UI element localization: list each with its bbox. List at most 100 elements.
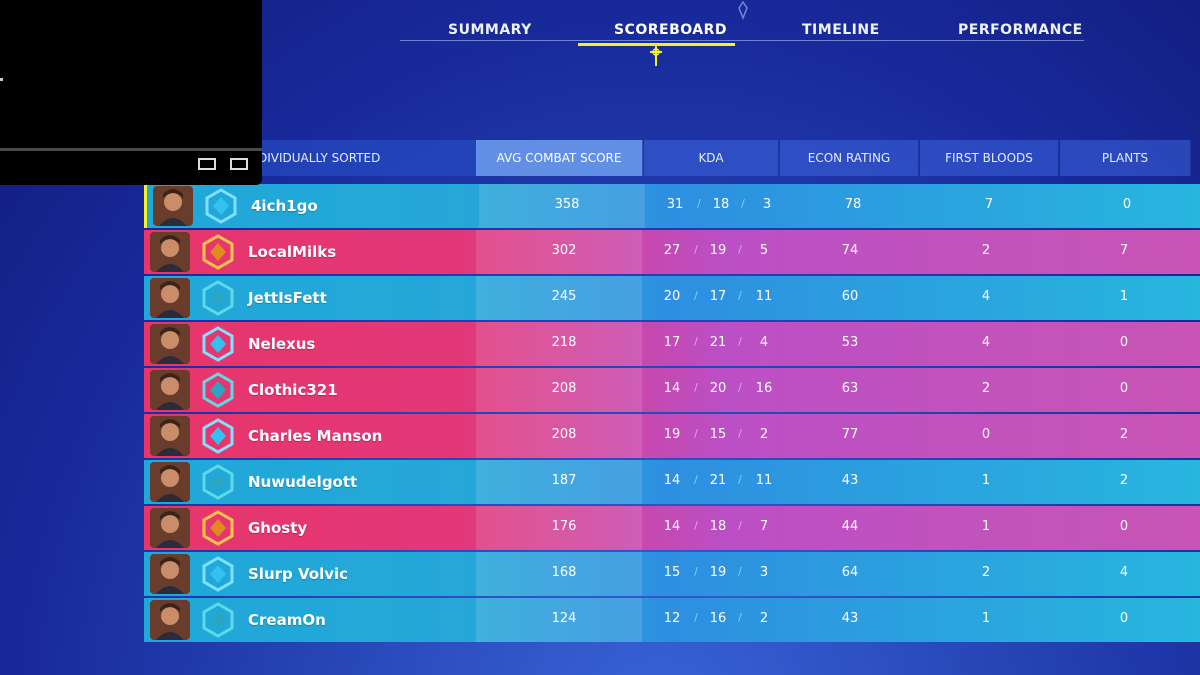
plants-value: 0 xyxy=(1119,519,1129,534)
deaths-value: 16 xyxy=(709,611,727,626)
first-bloods-value: 4 xyxy=(981,335,991,350)
plants-value: 1 xyxy=(1119,289,1129,304)
column-header-acs[interactable]: AVG COMBAT SCORE xyxy=(476,140,643,176)
kills-value: 31 xyxy=(666,197,684,212)
acs-value: 176 xyxy=(551,519,577,534)
kills-value: 19 xyxy=(663,427,681,442)
tab-scoreboard[interactable]: SCOREBOARD xyxy=(614,22,727,38)
agent-portrait-icon xyxy=(150,600,190,640)
plants-value: 4 xyxy=(1119,565,1129,580)
player-name: Charles Manson xyxy=(248,427,383,445)
kills-value: 20 xyxy=(663,289,681,304)
kills-value: 12 xyxy=(663,611,681,626)
tab-timeline[interactable]: TIMELINE xyxy=(802,22,880,38)
player-row[interactable]: Nuwudelgott 187 14 / 21 / 11 43 1 2 xyxy=(144,460,1200,504)
player-row[interactable]: Slurp Volvic 168 15 / 19 / 3 64 2 4 xyxy=(144,552,1200,596)
acs-value: 245 xyxy=(551,289,577,304)
tab-performance[interactable]: PERFORMANCE xyxy=(958,22,1083,38)
kills-value: 14 xyxy=(663,381,681,396)
player-name: Clothic321 xyxy=(248,381,338,399)
player-row[interactable]: LocalMilks 302 27 / 19 / 5 74 2 7 xyxy=(144,230,1200,274)
kills-value: 15 xyxy=(663,565,681,580)
column-header-kda[interactable]: KDA xyxy=(644,140,779,176)
player-name: CreamOn xyxy=(248,611,326,629)
player-name: JettIsFett xyxy=(248,289,327,307)
player-name: Nuwudelgott xyxy=(248,473,358,491)
sort-mode-label[interactable]: DIVIDUALLY SORTED xyxy=(254,140,479,176)
deaths-value: 20 xyxy=(709,381,727,396)
deaths-value: 19 xyxy=(709,565,727,580)
first-bloods-value: 1 xyxy=(981,519,991,534)
column-header-plants[interactable]: PLANTS xyxy=(1060,140,1191,176)
assists-value: 16 xyxy=(755,381,773,396)
plants-value: 0 xyxy=(1119,335,1129,350)
assists-value: 4 xyxy=(759,335,769,350)
miniplayer-icon[interactable] xyxy=(198,158,216,170)
plants-value: 0 xyxy=(1119,381,1129,396)
first-bloods-value: 4 xyxy=(981,289,991,304)
column-header-econ[interactable]: ECON RATING xyxy=(780,140,919,176)
first-bloods-value: 7 xyxy=(984,197,994,212)
plants-value: 2 xyxy=(1119,427,1129,442)
econ-value: 74 xyxy=(841,243,859,258)
econ-value: 44 xyxy=(841,519,859,534)
assists-value: 2 xyxy=(759,427,769,442)
assists-value: 7 xyxy=(759,519,769,534)
acs-value: 208 xyxy=(551,381,577,396)
video-progress-bar[interactable] xyxy=(0,148,262,151)
econ-value: 43 xyxy=(841,611,859,626)
theater-mode-icon[interactable] xyxy=(230,158,248,170)
scoreboard-rows: 4ich1go 358 31 / 18 / 3 78 7 0 LocalMilk… xyxy=(144,184,1200,644)
scoreboard-header: DIVIDUALLY SORTED AVG COMBAT SCORE KDA E… xyxy=(254,140,1200,176)
acs-value: 168 xyxy=(551,565,577,580)
first-bloods-value: 1 xyxy=(981,473,991,488)
acs-value: 187 xyxy=(551,473,577,488)
player-row[interactable]: Ghosty 176 14 / 18 / 7 44 1 0 xyxy=(144,506,1200,550)
tab-summary[interactable]: SUMMARY xyxy=(448,22,532,38)
player-row[interactable]: Nelexus 218 17 / 21 / 4 53 4 0 xyxy=(144,322,1200,366)
diamond-rank-icon xyxy=(202,556,234,592)
acs-value: 358 xyxy=(554,197,580,212)
deaths-value: 21 xyxy=(709,335,727,350)
player-name: 4ich1go xyxy=(251,197,318,215)
player-row[interactable]: CreamOn 124 12 / 16 / 2 43 1 0 xyxy=(144,598,1200,642)
deaths-value: 18 xyxy=(709,519,727,534)
kills-value: 17 xyxy=(663,335,681,350)
first-bloods-value: 1 xyxy=(981,611,991,626)
assists-value: 5 xyxy=(759,243,769,258)
econ-value: 53 xyxy=(841,335,859,350)
agent-portrait-icon xyxy=(150,554,190,594)
assists-value: 3 xyxy=(762,197,772,212)
econ-value: 78 xyxy=(844,197,862,212)
gold-rank-icon xyxy=(202,234,234,270)
player-row[interactable]: 4ich1go 358 31 / 18 / 3 78 7 0 xyxy=(144,184,1200,228)
column-header-first-bloods[interactable]: FIRST BLOODS xyxy=(920,140,1059,176)
platinum-rank-icon xyxy=(202,464,234,500)
player-row[interactable]: Charles Manson 208 19 / 15 / 2 77 0 2 xyxy=(144,414,1200,458)
first-bloods-value: 2 xyxy=(981,243,991,258)
first-bloods-value: 2 xyxy=(981,565,991,580)
assists-value: 2 xyxy=(759,611,769,626)
player-name: Slurp Volvic xyxy=(248,565,349,583)
deaths-value: 15 xyxy=(709,427,727,442)
acs-value: 208 xyxy=(551,427,577,442)
acs-value: 218 xyxy=(551,335,577,350)
plants-value: 0 xyxy=(1119,611,1129,626)
agent-portrait-icon xyxy=(150,462,190,502)
kills-value: 14 xyxy=(663,519,681,534)
diamond-rank-icon xyxy=(205,188,237,224)
first-bloods-value: 2 xyxy=(981,381,991,396)
player-row[interactable]: JettIsFett 245 20 / 17 / 11 60 4 1 xyxy=(144,276,1200,320)
player-row[interactable]: Clothic321 208 14 / 20 / 16 63 2 0 xyxy=(144,368,1200,412)
first-bloods-value: 0 xyxy=(981,427,991,442)
assists-value: 3 xyxy=(759,565,769,580)
agent-portrait-icon xyxy=(150,278,190,318)
valorant-crest-icon xyxy=(738,0,748,20)
agent-portrait-icon xyxy=(150,370,190,410)
plants-value: 7 xyxy=(1119,243,1129,258)
econ-value: 60 xyxy=(841,289,859,304)
assists-value: 11 xyxy=(755,289,773,304)
agent-portrait-icon xyxy=(153,186,193,226)
deaths-value: 21 xyxy=(709,473,727,488)
player-name: Ghosty xyxy=(248,519,308,537)
